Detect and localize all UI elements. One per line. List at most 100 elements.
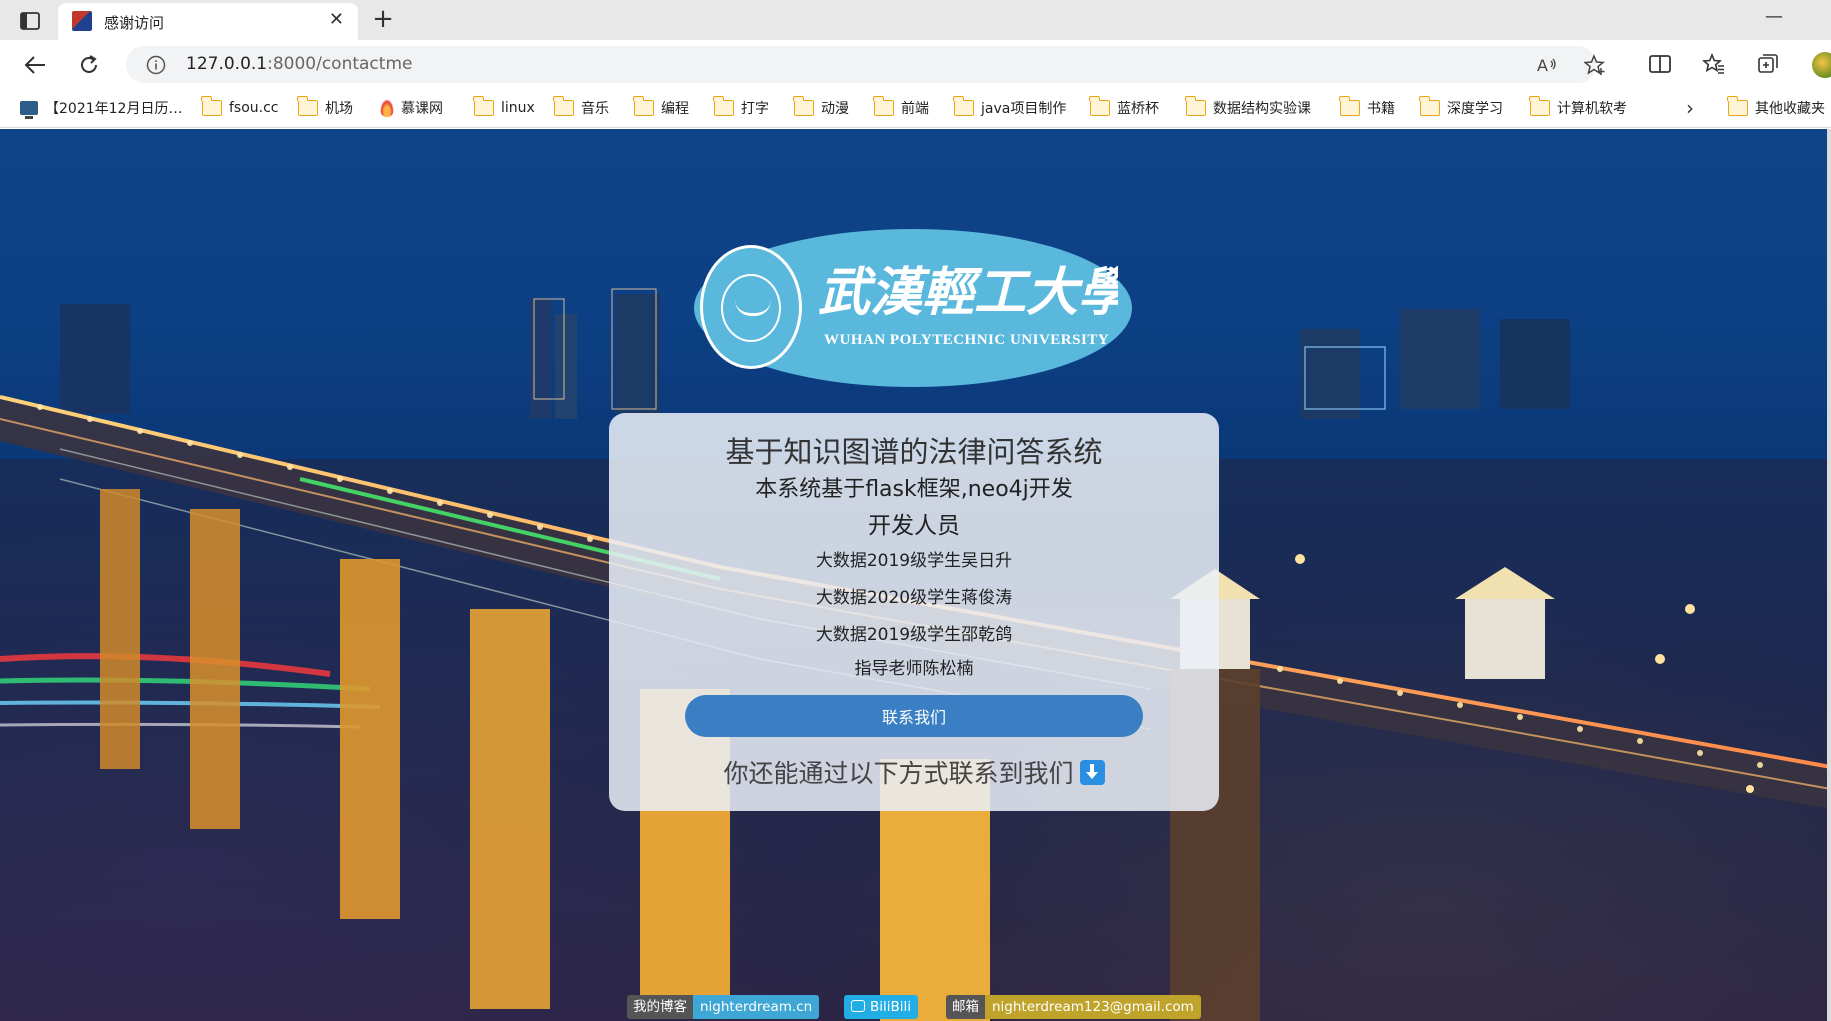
system-title: 基于知识图谱的法律问答系统: [725, 435, 1103, 469]
folder-icon: [1727, 96, 1748, 116]
chevron-right-icon[interactable]: ›: [1686, 96, 1694, 120]
seal-inner-ring: [721, 274, 781, 342]
bilibili-label: BiliBili: [870, 999, 912, 1015]
blog-badge[interactable]: 我的博客 nighterdream.cn: [627, 995, 820, 1019]
developers-heading: 开发人员: [868, 513, 960, 539]
window-minimize-button[interactable]: —: [1765, 6, 1783, 27]
split-screen-icon[interactable]: [1648, 52, 1672, 76]
bookmark-label: 前端: [901, 101, 929, 117]
down-arrow-icon: [1079, 760, 1105, 785]
reload-button[interactable]: [74, 50, 104, 80]
advisor-item: 指导老师陈松楠: [854, 659, 974, 679]
badge-value: BiliBili: [844, 995, 919, 1019]
profile-avatar[interactable]: [1812, 52, 1831, 78]
bilibili-icon: [851, 1000, 865, 1012]
bookmark-label: java项目制作: [981, 101, 1067, 117]
add-favorite-icon[interactable]: [1584, 54, 1606, 76]
university-chinese-name-text: 武漢輕工大學: [818, 262, 1118, 323]
collections-icon[interactable]: [1756, 52, 1780, 76]
tab-actions-icon: [20, 12, 40, 30]
bookmark-item[interactable]: 动漫: [793, 96, 849, 120]
university-english-name: WUHAN POLYTECHNIC UNIVERSITY: [824, 332, 1110, 348]
bookmark-item[interactable]: java项目制作: [953, 96, 1067, 120]
folder-icon: [553, 96, 574, 116]
url-input[interactable]: 127.0.0.1:8000/contactme A: [126, 46, 1605, 83]
badge-key: 邮箱: [946, 995, 985, 1019]
folder-icon: [633, 96, 654, 116]
folder-icon: [473, 96, 494, 116]
site-info-icon[interactable]: [146, 55, 166, 75]
folder-icon: [713, 96, 734, 116]
bookmark-label: 机场: [325, 101, 353, 117]
bookmark-item[interactable]: 音乐: [553, 96, 609, 120]
more-contact-text: 你还能通过以下方式联系到我们: [609, 754, 1219, 790]
tab-actions-button[interactable]: [16, 8, 44, 34]
bookmark-item[interactable]: 数据结构实验课: [1185, 96, 1311, 120]
page-viewport: 武漢輕工大學 WUHAN POLYTECHNIC UNIVERSITY 基于知识…: [0, 129, 1831, 1021]
bookmark-label: 慕课网: [401, 101, 443, 117]
bookmark-label: linux: [501, 100, 535, 116]
bookmark-item[interactable]: 蓝桥杯: [1089, 96, 1159, 120]
bilibili-badge[interactable]: BiliBili: [844, 995, 919, 1019]
monitor-icon: [20, 101, 38, 119]
tab-bar: 感谢访问 ✕ + —: [0, 0, 1831, 40]
site-favicon-icon: [72, 11, 92, 31]
bookmark-item[interactable]: 书籍: [1339, 96, 1395, 120]
bookmark-label: 【2021年12月日历…: [45, 101, 183, 117]
contact-us-button[interactable]: 联系我们: [685, 695, 1143, 737]
bookmark-item[interactable]: 编程: [633, 96, 689, 120]
badge-value: nighterdream123@gmail.com: [985, 995, 1201, 1019]
url-text: 127.0.0.1:8000/contactme: [186, 54, 412, 74]
open-book-icon: [735, 300, 771, 316]
new-tab-button[interactable]: +: [368, 4, 398, 34]
folder-icon: [793, 96, 814, 116]
bookmark-item[interactable]: 慕课网: [380, 96, 443, 120]
folder-icon: [1089, 96, 1110, 116]
folder-icon: [953, 96, 974, 116]
flame-icon: [380, 99, 394, 117]
info-card: 基于知识图谱的法律问答系统 本系统基于flask框架,neo4j开发 开发人员 …: [609, 413, 1219, 811]
bookmark-label: 其他收藏夹: [1755, 101, 1825, 117]
bookmark-item[interactable]: 【2021年12月日历…: [20, 96, 182, 120]
badge-key: 我的博客: [627, 995, 693, 1019]
bookmark-label: 打字: [741, 101, 769, 117]
tab-title: 感谢访问: [104, 14, 165, 32]
bookmark-label: 编程: [661, 101, 689, 117]
bookmark-item[interactable]: 计算机软考: [1529, 96, 1627, 120]
system-subtitle: 本系统基于flask框架,neo4j开发: [755, 477, 1073, 502]
bookmark-item[interactable]: 机场: [297, 96, 353, 120]
close-tab-icon[interactable]: ✕: [329, 9, 344, 30]
back-button[interactable]: [20, 50, 50, 80]
bookmark-label: 计算机软考: [1557, 101, 1627, 117]
developer-item: 大数据2020级学生蒋俊涛: [815, 588, 1013, 608]
email-badge[interactable]: 邮箱 nighterdream123@gmail.com: [946, 995, 1201, 1019]
other-bookmarks[interactable]: 其他收藏夹: [1727, 96, 1825, 120]
folder-icon: [201, 96, 222, 116]
bookmark-label: 蓝桥杯: [1117, 101, 1159, 117]
university-seal-icon: [700, 245, 802, 369]
address-bar-row: 127.0.0.1:8000/contactme A: [0, 40, 1831, 88]
page-scrollbar[interactable]: [1827, 129, 1831, 1021]
bookmark-item[interactable]: fsou.cc: [201, 96, 279, 120]
developer-item: 大数据2019级学生邵乾鸽: [815, 625, 1013, 645]
bookmark-label: 音乐: [581, 101, 609, 117]
url-host: 127.0.0.1: [186, 54, 268, 74]
folder-icon: [1339, 96, 1360, 116]
bookmark-label: 数据结构实验课: [1213, 101, 1311, 117]
folder-icon: [1529, 96, 1550, 116]
bookmark-item[interactable]: 深度学习: [1419, 96, 1503, 120]
back-arrow-icon: [24, 56, 45, 74]
university-chinese-name: 武漢輕工大學: [818, 262, 1118, 323]
read-aloud-icon[interactable]: A: [1536, 54, 1558, 76]
svg-text:A: A: [1537, 56, 1548, 75]
url-path: :8000/contactme: [267, 54, 413, 74]
bookmark-item[interactable]: linux: [473, 96, 535, 120]
bookmark-item[interactable]: 前端: [873, 96, 929, 120]
folder-icon: [297, 96, 318, 116]
active-tab[interactable]: 感谢访问 ✕: [58, 3, 358, 40]
bookmark-item[interactable]: 打字: [713, 96, 769, 120]
developer-item: 大数据2019级学生吴日升: [815, 551, 1013, 571]
favorites-icon[interactable]: [1702, 52, 1726, 76]
more-contact-label: 你还能通过以下方式联系到我们: [723, 759, 1074, 788]
badge-value: nighterdream.cn: [693, 995, 820, 1019]
